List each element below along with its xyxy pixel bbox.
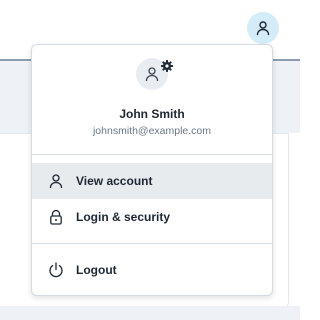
menu-item-label: View account [76, 174, 153, 188]
page-background [0, 306, 300, 320]
menu-item-label: Login & security [76, 210, 171, 224]
gear-icon [161, 60, 173, 72]
user-icon [256, 21, 270, 36]
user-icon [145, 67, 159, 82]
menu-item-view-account[interactable]: View account [32, 163, 272, 199]
user-email: johnsmith@example.com [92, 125, 212, 137]
power-icon [49, 262, 63, 278]
menu-item-login-security[interactable]: Login & security [32, 199, 272, 235]
account-menu: John Smith johnsmith@example.com View ac… [31, 44, 273, 296]
account-avatar-button[interactable] [247, 12, 279, 44]
lock-icon [50, 209, 62, 225]
account-menu-header: John Smith johnsmith@example.com [32, 45, 272, 154]
user-name: John Smith [119, 107, 185, 121]
page: John Smith johnsmith@example.com View ac… [0, 0, 300, 320]
menu-item-logout[interactable]: Logout [32, 252, 272, 288]
user-icon [49, 174, 63, 189]
menu-item-label: Logout [76, 263, 117, 277]
